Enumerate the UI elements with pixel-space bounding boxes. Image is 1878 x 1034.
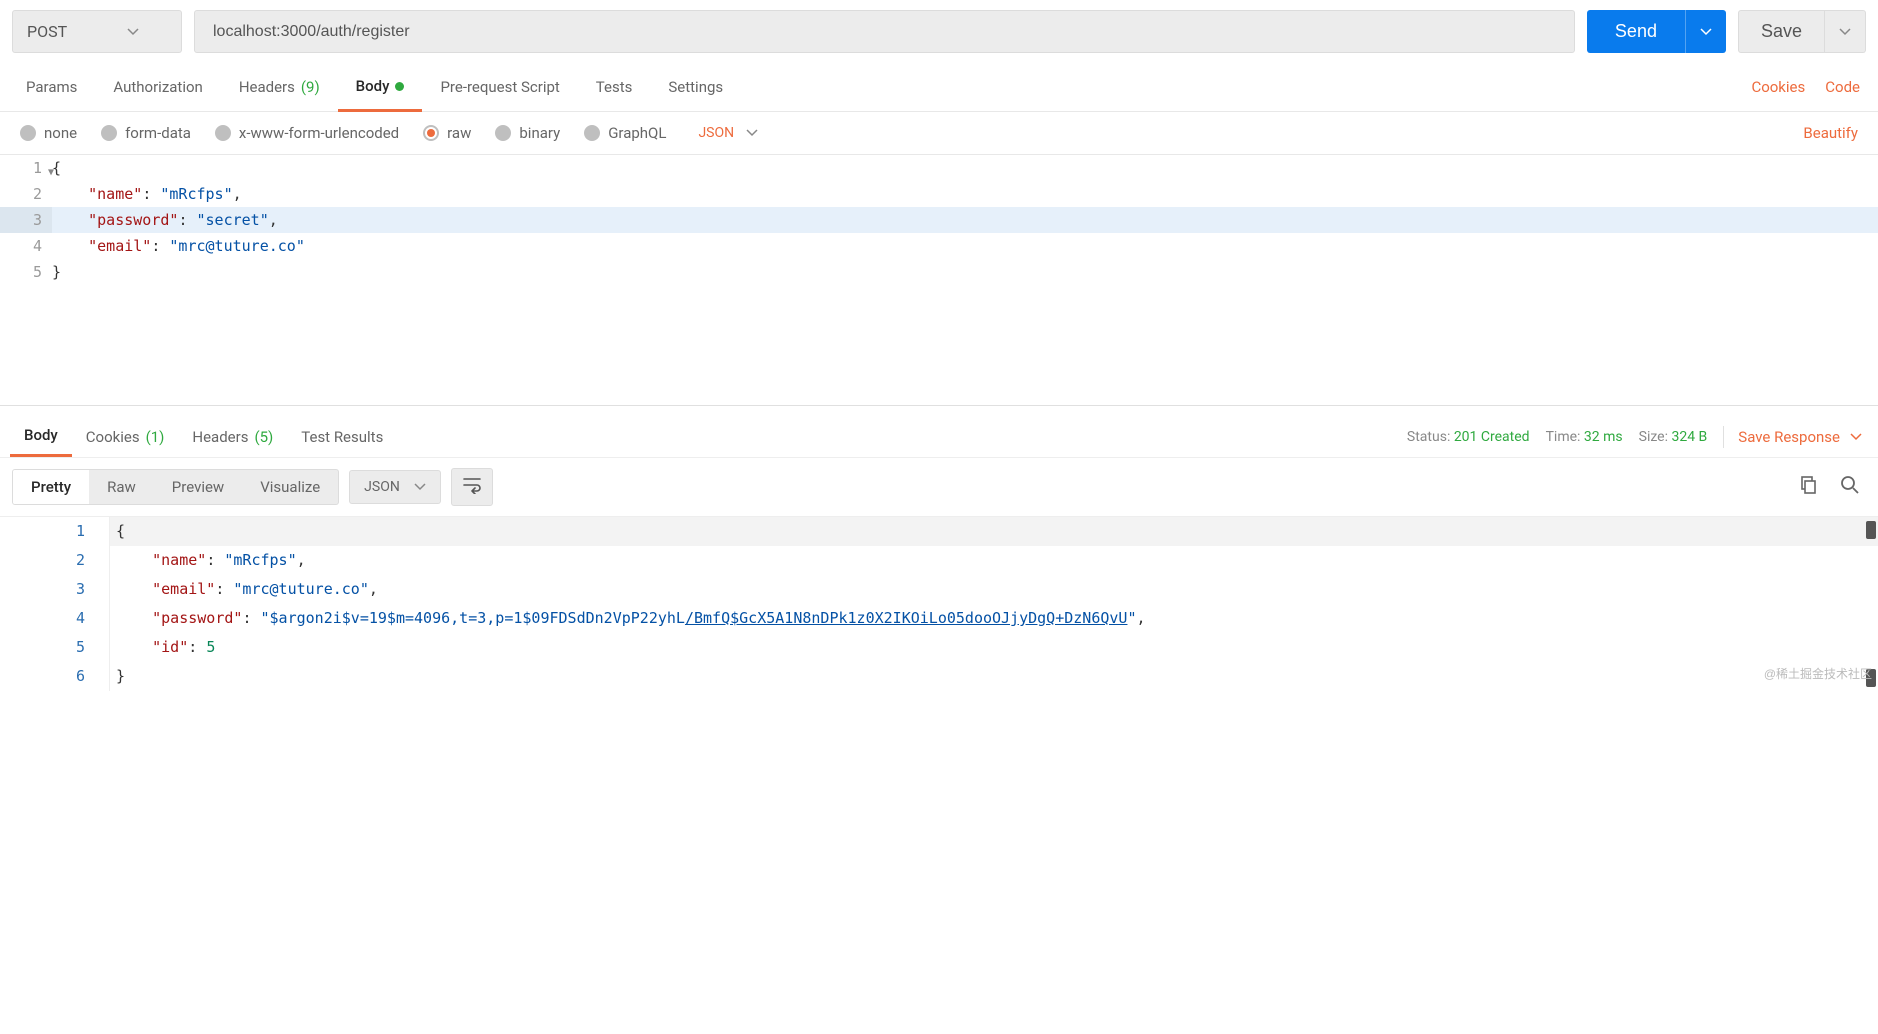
viewer-raw[interactable]: Raw bbox=[89, 470, 154, 504]
editor-line: 1{ bbox=[0, 517, 1878, 546]
search-icon bbox=[1840, 483, 1860, 499]
editor-line[interactable]: 1▼{ bbox=[0, 155, 1878, 181]
search-button[interactable] bbox=[1834, 469, 1866, 505]
tab-headers[interactable]: Headers(9) bbox=[221, 64, 338, 110]
tab-body[interactable]: Body bbox=[338, 63, 423, 112]
send-button[interactable]: Send bbox=[1587, 10, 1685, 53]
resp-tab-testresults[interactable]: Test Results bbox=[287, 418, 397, 456]
save-dropdown[interactable] bbox=[1825, 10, 1866, 53]
viewer-mode-segment: Pretty Raw Preview Visualize bbox=[12, 469, 339, 505]
chevron-down-icon bbox=[1839, 28, 1851, 36]
tab-settings[interactable]: Settings bbox=[650, 64, 741, 110]
editor-line[interactable]: 2 "name": "mRcfps", bbox=[0, 181, 1878, 207]
body-type-urlencoded[interactable]: x-www-form-urlencoded bbox=[215, 124, 399, 142]
editor-line: 2 "name": "mRcfps", bbox=[0, 546, 1878, 575]
editor-line[interactable]: 4 "email": "mrc@tuture.co" bbox=[0, 233, 1878, 259]
cookies-count: (1) bbox=[146, 428, 165, 446]
request-body-editor[interactable]: 1▼{2 "name": "mRcfps",3 "password": "sec… bbox=[0, 155, 1878, 395]
body-type-none[interactable]: none bbox=[20, 124, 77, 142]
chevron-down-icon bbox=[127, 28, 139, 36]
viewer-lang-select[interactable]: JSON bbox=[349, 470, 441, 504]
body-type-graphql[interactable]: GraphQL bbox=[584, 124, 666, 142]
resp-tab-cookies[interactable]: Cookies(1) bbox=[72, 418, 179, 456]
cookies-link[interactable]: Cookies bbox=[1741, 64, 1815, 110]
viewer-preview[interactable]: Preview bbox=[154, 470, 242, 504]
save-response-button[interactable]: Save Response bbox=[1732, 428, 1868, 446]
body-dot-icon bbox=[395, 82, 404, 91]
response-body-viewer[interactable]: 1{2 "name": "mRcfps",3 "email": "mrc@tut… bbox=[0, 516, 1878, 691]
tab-prerequest[interactable]: Pre-request Script bbox=[422, 64, 577, 110]
resp-headers-count: (5) bbox=[254, 428, 273, 446]
radio-icon bbox=[584, 125, 600, 141]
copy-icon bbox=[1798, 483, 1818, 499]
scrollbar-thumb[interactable] bbox=[1866, 521, 1876, 539]
headers-count: (9) bbox=[301, 78, 320, 96]
chevron-down-icon bbox=[1850, 433, 1862, 441]
radio-selected-icon bbox=[423, 125, 439, 141]
radio-icon bbox=[495, 125, 511, 141]
body-lang-select[interactable]: JSON bbox=[698, 125, 758, 141]
radio-icon bbox=[20, 125, 36, 141]
separator bbox=[1723, 426, 1724, 448]
resp-tab-headers[interactable]: Headers(5) bbox=[178, 418, 287, 456]
editor-line: 6} bbox=[0, 662, 1878, 691]
wrap-icon bbox=[462, 476, 482, 498]
method-select[interactable]: POST bbox=[12, 10, 182, 53]
wrap-lines-button[interactable] bbox=[451, 468, 493, 506]
tab-params[interactable]: Params bbox=[8, 64, 95, 110]
editor-line: 3 "email": "mrc@tuture.co", bbox=[0, 575, 1878, 604]
viewer-pretty[interactable]: Pretty bbox=[13, 470, 89, 504]
size-meta: Size: 324 B bbox=[1631, 429, 1716, 445]
editor-line[interactable]: 3 "password": "secret", bbox=[0, 207, 1878, 233]
copy-button[interactable] bbox=[1792, 469, 1824, 505]
status-meta: Status: 201 Created bbox=[1399, 429, 1538, 445]
radio-icon bbox=[101, 125, 117, 141]
viewer-visualize[interactable]: Visualize bbox=[242, 470, 338, 504]
editor-line: 5 "id": 5 bbox=[0, 633, 1878, 662]
body-type-raw[interactable]: raw bbox=[423, 124, 471, 142]
body-type-binary[interactable]: binary bbox=[495, 124, 560, 142]
code-link[interactable]: Code bbox=[1815, 64, 1870, 110]
time-meta: Time: 32 ms bbox=[1538, 429, 1631, 445]
chevron-down-icon bbox=[414, 483, 426, 491]
body-type-formdata[interactable]: form-data bbox=[101, 124, 191, 142]
chevron-down-icon bbox=[1700, 28, 1712, 36]
resp-tab-body[interactable]: Body bbox=[10, 416, 72, 457]
chevron-down-icon bbox=[746, 129, 758, 137]
tab-tests[interactable]: Tests bbox=[578, 64, 651, 110]
watermark: @稀土掘金技术社区 bbox=[1764, 660, 1872, 689]
url-input[interactable] bbox=[194, 10, 1575, 53]
beautify-link[interactable]: Beautify bbox=[1803, 124, 1858, 142]
method-value: POST bbox=[27, 22, 67, 41]
editor-line: 4 "password": "$argon2i$v=19$m=4096,t=3,… bbox=[0, 604, 1878, 633]
radio-icon bbox=[215, 125, 231, 141]
save-button[interactable]: Save bbox=[1738, 10, 1825, 53]
editor-line[interactable]: 5} bbox=[0, 259, 1878, 285]
send-dropdown[interactable] bbox=[1685, 10, 1726, 53]
tab-authorization[interactable]: Authorization bbox=[95, 64, 220, 110]
